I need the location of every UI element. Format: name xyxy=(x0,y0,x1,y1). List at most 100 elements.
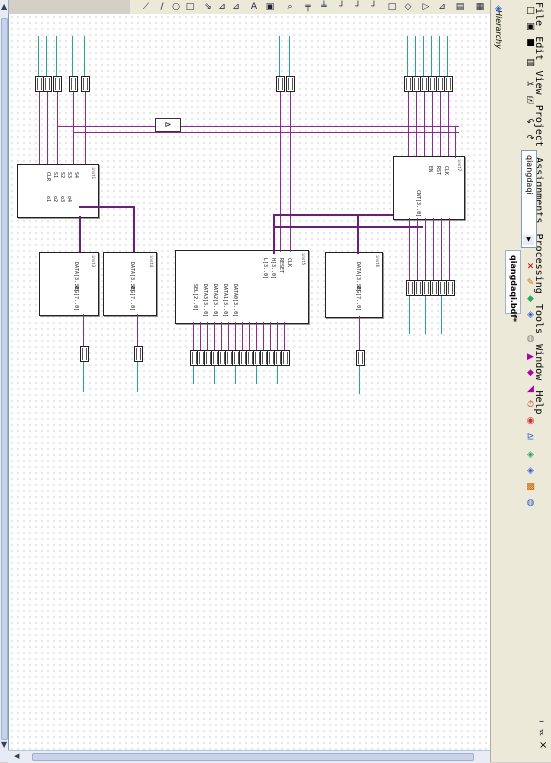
pencil-icon[interactable]: ✎ xyxy=(525,278,536,289)
partial-line-icon[interactable]: ▦ xyxy=(474,1,486,13)
inst1-pin-s3: S3 xyxy=(66,172,72,179)
input-pin-5[interactable] xyxy=(81,76,90,92)
block-tool-icon[interactable]: □ xyxy=(386,1,398,13)
timing-icon[interactable]: ⏱ xyxy=(525,400,536,411)
inst5-pin-sel: SEL[2..0] xyxy=(192,284,198,312)
inst1-pin-o1: o1 xyxy=(45,196,51,203)
save-icon[interactable]: ■ xyxy=(525,38,536,49)
horizontal-scrollbar[interactable]: ◀ xyxy=(8,750,490,763)
restore-button[interactable]: ♯ xyxy=(539,728,551,740)
not-gate-symbol[interactable]: ⊳ xyxy=(155,118,181,132)
schematic-canvas[interactable]: inst1 CLR S1 S2 S3 S4 o1 o2 o3 o4 ⊳ inst… xyxy=(8,14,491,750)
scrollbar-thumb[interactable] xyxy=(1,18,8,740)
output-pin-seg2[interactable] xyxy=(134,346,143,362)
inst5-pin-data3: DATA3[3..0] xyxy=(202,284,208,318)
inst5-pin-data0: DATA0[3..0] xyxy=(232,284,238,318)
minimize-button[interactable]: – xyxy=(539,716,551,728)
hierarchy-icon: ◈ xyxy=(495,4,502,14)
stop-icon[interactable]: ◍ xyxy=(525,334,536,345)
input-pin-4[interactable] xyxy=(69,76,78,92)
corner-tool-3-icon[interactable]: ┘ xyxy=(368,1,380,13)
zoom-tool-icon[interactable]: ⌕ xyxy=(284,1,296,13)
help-icon[interactable]: ◍ xyxy=(525,498,536,509)
inst3-symbol[interactable]: inst3 xyxy=(39,252,99,316)
bus-tool-icon[interactable]: ⇘ xyxy=(202,1,214,13)
chip-planner-icon[interactable]: ◈ xyxy=(525,466,536,477)
orthogonal-node-icon[interactable]: ╤ xyxy=(302,1,314,13)
inst6-pin-seg: SEG[7..0] xyxy=(355,284,361,312)
netlist-icon[interactable]: ◈ xyxy=(525,450,536,461)
line-tool-icon[interactable]: ⟋ xyxy=(140,1,152,13)
rectangle-tool-icon[interactable]: □ xyxy=(184,1,196,13)
inst1-pin-o3: o3 xyxy=(59,196,65,203)
inst1-symbol[interactable]: inst1 xyxy=(17,164,99,218)
corner-tool-1-icon[interactable]: ┘ xyxy=(336,1,348,13)
diagonal-line-icon[interactable]: / xyxy=(156,1,168,13)
output-pin-a14[interactable] xyxy=(281,350,290,366)
node-tool-icon[interactable]: ⊿ xyxy=(216,1,228,13)
input-pin-2[interactable] xyxy=(43,76,52,92)
assignment-icon[interactable]: ◆ xyxy=(525,294,536,305)
inst1-pin-o4: o4 xyxy=(66,196,72,203)
circle-tool-icon[interactable]: ○ xyxy=(170,1,182,13)
inst7-pin-cnt: CNT[3..0] xyxy=(415,190,421,218)
input-pin-reset[interactable] xyxy=(286,76,295,92)
cut-icon[interactable]: ✂ xyxy=(525,80,536,91)
selection-tool-icon[interactable]: ⊿ xyxy=(436,1,448,13)
inst5-pin-clk: CLK xyxy=(286,258,292,268)
fitter-icon[interactable]: ◢ xyxy=(525,384,536,395)
timing-analyzer-icon[interactable]: ◉ xyxy=(525,416,536,427)
scroll-left-arrow-icon[interactable]: ◀ xyxy=(14,752,24,760)
quartus-side-panel: File Edit View Project Assignments Proce… xyxy=(490,0,551,762)
document-tab-label: qiangdaqi.bdf* xyxy=(509,255,518,323)
pin-tool-icon[interactable]: ◇ xyxy=(402,1,414,13)
print-icon[interactable]: ▤ xyxy=(525,58,536,69)
analysis-icon[interactable]: ◆ xyxy=(525,368,536,379)
block-editor-toolbar: ⟋ / ○ □ ⇘ ⊿ ⊿ A ▣ ⌕ ╤ ╧ ┘ ┘ ┘ □ ◇ ▷ ⊿ ▤ … xyxy=(130,0,490,15)
inst5-pin-reset: RESET xyxy=(278,258,284,274)
inst4-label: inst4 xyxy=(149,255,154,268)
hierarchy-panel-title: Hierarchy xyxy=(494,10,503,49)
pin-planner-icon[interactable]: ◈ xyxy=(525,310,536,321)
inst5-label: inst5 xyxy=(301,253,306,266)
combo-dropdown-icon[interactable]: ▼ xyxy=(523,235,534,245)
rubberband-icon[interactable]: ▤ xyxy=(454,1,466,13)
undo-icon[interactable]: ↶ xyxy=(525,118,536,129)
inst1-pin-s4: S4 xyxy=(73,172,79,179)
corner-tool-2-icon[interactable]: ┘ xyxy=(352,1,364,13)
input-pin-3[interactable] xyxy=(53,76,62,92)
document-tab[interactable]: qiangdaqi.bdf* xyxy=(505,250,521,322)
output-pin-seg1[interactable] xyxy=(80,346,89,362)
symbol-tool-icon[interactable]: ▣ xyxy=(264,1,276,13)
inst5-pin-data1: DATA1[3..0] xyxy=(222,284,228,318)
project-combo-value: qiangdaqi xyxy=(525,155,534,195)
new-file-icon[interactable]: □ xyxy=(525,6,536,17)
input-pin-r6[interactable] xyxy=(444,76,453,92)
inst4-pin-seg: SEG[7..0] xyxy=(129,284,135,312)
scroll-down-arrow-icon[interactable]: ▼ xyxy=(1,740,7,750)
inst5-pin-l: L[3..0] xyxy=(262,258,268,280)
scroll-up-arrow-icon[interactable]: ▲ xyxy=(1,2,7,12)
inst6-symbol[interactable]: inst6 xyxy=(325,252,383,318)
conduit-tool-icon[interactable]: ⊿ xyxy=(230,1,242,13)
input-pin-clk[interactable] xyxy=(276,76,285,92)
text-tool-icon[interactable]: A xyxy=(248,1,260,13)
inst5-pin-h: H[3..0] xyxy=(270,258,276,280)
copy-icon[interactable]: ⎘ xyxy=(525,96,536,107)
simulate-icon[interactable]: ⊵ xyxy=(525,432,536,443)
open-file-icon[interactable]: ▣ xyxy=(525,22,536,33)
orthogonal-bus-icon[interactable]: ╧ xyxy=(318,1,330,13)
redo-icon[interactable]: ↷ xyxy=(525,134,536,145)
start-compile-icon[interactable]: ▶ xyxy=(525,352,536,363)
output-pin-seg3[interactable] xyxy=(356,350,365,366)
window-controls: – ♯ × xyxy=(539,716,551,756)
output-pin-b6[interactable] xyxy=(446,280,455,296)
project-combo[interactable]: qiangdaqi ▼ xyxy=(521,150,537,248)
close-button[interactable]: × xyxy=(539,740,551,752)
inst7-pin-clk: CLK xyxy=(443,166,449,176)
programmer-icon[interactable]: ▩ xyxy=(525,482,536,493)
hscroll-thumb[interactable] xyxy=(32,753,474,761)
inst1-label: inst1 xyxy=(91,167,96,180)
compile-stop-icon[interactable]: ✕ xyxy=(525,262,536,273)
arc-tool-icon[interactable]: ▷ xyxy=(420,1,432,13)
